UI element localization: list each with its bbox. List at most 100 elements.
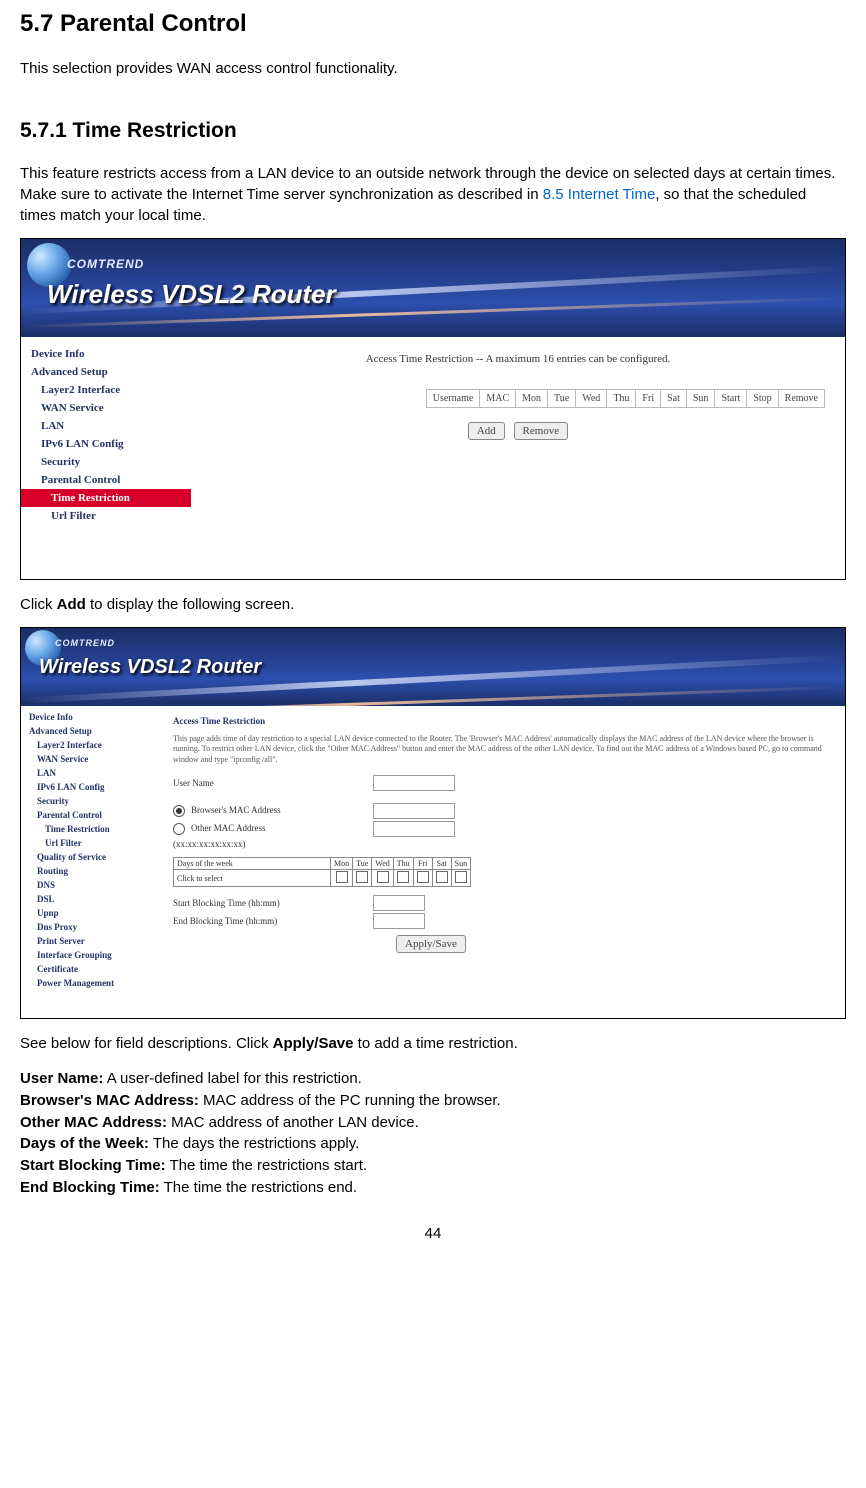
text: See below for field descriptions. Click	[20, 1035, 273, 1052]
day-mon: Mon	[331, 858, 353, 870]
nav-lan[interactable]: LAN	[21, 766, 161, 780]
checkbox-wed[interactable]	[377, 871, 389, 883]
other-mac-option[interactable]: Other MAC Address	[173, 823, 373, 835]
nav-wan-service[interactable]: WAN Service	[21, 752, 161, 766]
end-time-input[interactable]	[373, 913, 425, 929]
text: Click	[20, 596, 57, 613]
section-heading: 5.7 Parental Control	[20, 10, 846, 38]
nav-time-restriction[interactable]: Time Restriction	[21, 489, 191, 507]
nav-lan[interactable]: LAN	[21, 417, 191, 435]
col-username: Username	[426, 390, 480, 408]
nav-time-restriction[interactable]: Time Restriction	[21, 822, 161, 836]
panel-title: Access Time Restriction	[173, 716, 833, 726]
days-table: Days of the week Mon Tue Wed Thu Fri Sat…	[173, 857, 471, 887]
other-mac-input[interactable]	[373, 821, 455, 837]
router-banner: COMTREND Wireless VDSL2 Router	[21, 628, 845, 706]
col-tue: Tue	[548, 390, 576, 408]
nav-security[interactable]: Security	[21, 453, 191, 471]
field-descriptions: User Name: A user-defined label for this…	[20, 1068, 846, 1199]
apply-save-button[interactable]: Apply/Save	[396, 935, 466, 953]
nav-advanced-setup[interactable]: Advanced Setup	[21, 724, 161, 738]
checkbox-tue[interactable]	[356, 871, 368, 883]
nav-routing[interactable]: Routing	[21, 864, 161, 878]
nav-advanced-setup[interactable]: Advanced Setup	[21, 363, 191, 381]
end-field-label: End Blocking Time:	[20, 1179, 160, 1196]
router-banner: COMTREND Wireless VDSL2 Router	[21, 239, 845, 337]
day-wed: Wed	[372, 858, 393, 870]
start-field-desc: The time the restrictions start.	[166, 1157, 367, 1174]
radio-icon[interactable]	[173, 823, 185, 835]
nav-security[interactable]: Security	[21, 794, 161, 808]
nav-parental-control[interactable]: Parental Control	[21, 471, 191, 489]
nav-layer2[interactable]: Layer2 Interface	[21, 381, 191, 399]
restriction-table: Username MAC Mon Tue Wed Thu Fri Sat Sun…	[426, 389, 825, 408]
other-mac-field-desc: MAC address of another LAN device.	[167, 1114, 419, 1131]
text: to add a time restriction.	[354, 1035, 518, 1052]
col-thu: Thu	[607, 390, 636, 408]
nav-device-info[interactable]: Device Info	[21, 710, 161, 724]
nav-wan-service[interactable]: WAN Service	[21, 399, 191, 417]
checkbox-sun[interactable]	[455, 871, 467, 883]
nav-print-server[interactable]: Print Server	[21, 934, 161, 948]
user-name-field-desc: A user-defined label for this restrictio…	[103, 1070, 361, 1087]
checkbox-mon[interactable]	[336, 871, 348, 883]
apply-save-bold: Apply/Save	[273, 1035, 354, 1052]
page-number: 44	[20, 1225, 846, 1242]
add-bold: Add	[57, 596, 86, 613]
radio-icon[interactable]	[173, 805, 185, 817]
days-of-week-label: Days of the week	[174, 858, 331, 870]
mac-format-hint: (xx:xx:xx:xx:xx:xx)	[173, 839, 373, 849]
day-thu: Thu	[393, 858, 413, 870]
brand-name: COMTREND	[67, 257, 144, 271]
day-sun: Sun	[451, 858, 470, 870]
nav-upnp[interactable]: Upnp	[21, 906, 161, 920]
col-stop: Stop	[747, 390, 778, 408]
nav-url-filter[interactable]: Url Filter	[21, 507, 191, 525]
day-tue: Tue	[353, 858, 372, 870]
checkbox-fri[interactable]	[417, 871, 429, 883]
text: to display the following screen.	[86, 596, 294, 613]
other-mac-field-label: Other MAC Address:	[20, 1114, 167, 1131]
panel-title: Access Time Restriction -- A maximum 16 …	[207, 353, 829, 365]
nav-sidebar: Device Info Advanced Setup Layer2 Interf…	[21, 706, 161, 1018]
nav-dsl[interactable]: DSL	[21, 892, 161, 906]
start-field-label: Start Blocking Time:	[20, 1157, 166, 1174]
intro-paragraph: This selection provides WAN access contr…	[20, 58, 846, 79]
browser-mac-input[interactable]	[373, 803, 455, 819]
nav-dns-proxy[interactable]: Dns Proxy	[21, 920, 161, 934]
browser-mac-option[interactable]: Browser's MAC Address	[173, 805, 373, 817]
nav-sidebar: Device Info Advanced Setup Layer2 Interf…	[21, 337, 191, 579]
subsection-heading: 5.7.1 Time Restriction	[20, 119, 846, 143]
col-mac: MAC	[480, 390, 516, 408]
nav-certificate[interactable]: Certificate	[21, 962, 161, 976]
day-sat: Sat	[432, 858, 451, 870]
nav-parental-control[interactable]: Parental Control	[21, 808, 161, 822]
remove-button[interactable]: Remove	[514, 422, 569, 440]
nav-url-filter[interactable]: Url Filter	[21, 836, 161, 850]
add-button[interactable]: Add	[468, 422, 505, 440]
nav-interface-grouping[interactable]: Interface Grouping	[21, 948, 161, 962]
nav-qos[interactable]: Quality of Service	[21, 850, 161, 864]
col-remove: Remove	[778, 390, 824, 408]
start-time-input[interactable]	[373, 895, 425, 911]
col-sun: Sun	[686, 390, 715, 408]
instruction-paragraph: Click Add to display the following scree…	[20, 594, 846, 615]
nav-ipv6-lan[interactable]: IPv6 LAN Config	[21, 780, 161, 794]
start-time-label: Start Blocking Time (hh:mm)	[173, 898, 373, 908]
screenshot-time-restriction-list: COMTREND Wireless VDSL2 Router Device In…	[20, 238, 846, 580]
nav-dns[interactable]: DNS	[21, 878, 161, 892]
days-field-desc: The days the restrictions apply.	[149, 1135, 359, 1152]
nav-power-management[interactable]: Power Management	[21, 976, 161, 990]
col-start: Start	[715, 390, 747, 408]
internet-time-link[interactable]: 8.5 Internet Time	[543, 186, 656, 203]
nav-ipv6-lan[interactable]: IPv6 LAN Config	[21, 435, 191, 453]
user-name-input[interactable]	[373, 775, 455, 791]
product-name: Wireless VDSL2 Router	[39, 656, 261, 679]
checkbox-thu[interactable]	[397, 871, 409, 883]
checkbox-sat[interactable]	[436, 871, 448, 883]
apply-instruction: See below for field descriptions. Click …	[20, 1033, 846, 1054]
nav-layer2[interactable]: Layer2 Interface	[21, 738, 161, 752]
product-name: Wireless VDSL2 Router	[47, 279, 336, 310]
end-field-desc: The time the restrictions end.	[160, 1179, 357, 1196]
nav-device-info[interactable]: Device Info	[21, 345, 191, 363]
